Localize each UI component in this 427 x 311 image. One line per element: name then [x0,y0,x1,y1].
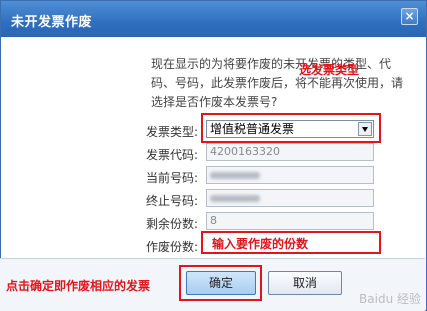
description-text: 现在显示的为将要作废的未开发票的类型、代码、号码，此发票作废后，将不能再次使用，… [151,57,404,109]
watermark: Baidu 经验 [359,292,421,306]
current-number-field [206,166,374,184]
void-count-input[interactable]: 输入要作废的份数 [201,231,381,254]
dialog-title: 未开发票作废 [11,15,93,30]
end-number-field [206,189,374,207]
invoice-type-label: 发票类型: [146,125,199,139]
chevron-down-icon[interactable] [358,122,372,136]
annotation-confirm-note: 点击确定即作废相应的发票 [6,279,151,293]
invoice-type-value: 增值税普通发票 [210,122,295,136]
end-number-label: 终止号码: [146,194,199,208]
void-count-label: 作废份数: [146,240,199,254]
confirm-button[interactable]: 确定 [186,271,256,295]
annotation-select-type: 选发票类型 [299,63,360,77]
invoice-code-label: 发票代码: [146,148,199,162]
current-number-label: 当前号码: [146,171,199,185]
annotation-enter-count: 输入要作废的份数 [212,237,309,251]
remaining-label: 剩余份数: [146,217,199,231]
invoice-code-field: 4200163320 [206,143,374,161]
close-icon[interactable]: × [401,8,418,25]
invoice-type-select[interactable]: 增值税普通发票 [206,120,374,138]
remaining-field: 8 [206,212,374,230]
title-bar: 未开发票作废 × [1,1,426,37]
cancel-button[interactable]: 取消 [268,271,342,295]
